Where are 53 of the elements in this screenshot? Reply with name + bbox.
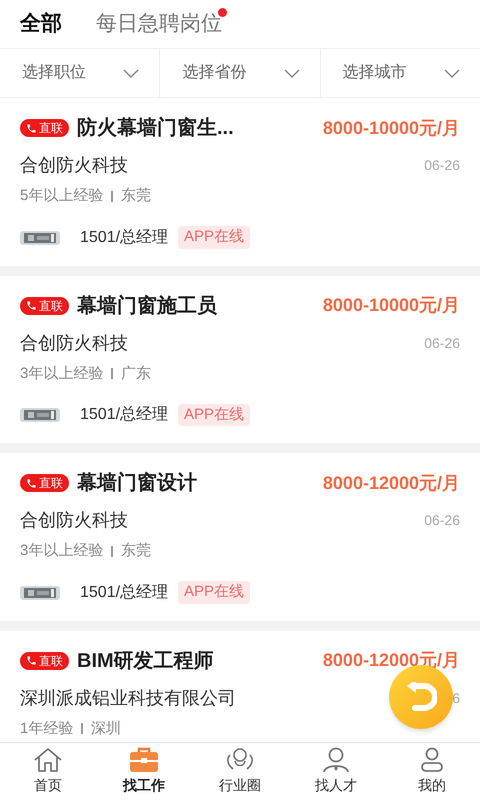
experience: 1年经验: [20, 718, 74, 738]
chevron-down-icon: [123, 68, 140, 78]
job-title: 幕墙门窗施工员: [77, 294, 217, 318]
company-name: 合创防火科技: [20, 154, 128, 177]
tab[interactable]: 全部: [20, 12, 62, 36]
salary: 8000-10000元/月: [322, 116, 460, 140]
contact-person: 1501/总经理: [80, 405, 168, 425]
nav-tab[interactable]: 我的: [384, 743, 480, 800]
direct-contact-badge: 直联: [20, 296, 69, 314]
job-title: BIM研发工程师: [77, 648, 214, 674]
nav-tab[interactable]: 找人才: [288, 743, 384, 800]
post-date: 06-26: [424, 511, 460, 530]
filter-dropdown[interactable]: 选择职位: [0, 49, 160, 97]
job-title: 幕墙门窗设计: [77, 470, 197, 496]
online-status: APP在线: [178, 404, 250, 426]
location: 深圳: [90, 718, 121, 738]
post-date: 06-26: [424, 334, 460, 352]
filter-dropdown[interactable]: 选择省份: [159, 49, 320, 97]
online-status: APP在线: [178, 581, 250, 604]
nav-tab[interactable]: 行业圈: [192, 743, 288, 800]
company-name: 深圳派成铝业科技有限公司: [20, 686, 236, 710]
salary: 8000-10000元/月: [322, 294, 460, 317]
person-icon: [320, 747, 352, 773]
direct-contact-badge: 直联: [20, 652, 69, 670]
chevron-down-icon: [284, 68, 300, 78]
experience: 3年以上经验: [20, 364, 104, 384]
location: 东莞: [120, 541, 151, 561]
company-name: 合创防火科技: [20, 332, 128, 354]
briefcase-icon: [128, 747, 160, 773]
online-status: APP在线: [178, 226, 250, 249]
contact-person: 1501/总经理: [80, 582, 168, 602]
contact-person: 1501/总经理: [80, 228, 168, 248]
home-icon: [32, 747, 64, 773]
salary: 8000-12000元/月: [322, 472, 460, 494]
post-date: 6: [452, 688, 460, 708]
direct-contact-badge: 直联: [20, 474, 69, 492]
refresh-icon: [405, 682, 437, 712]
job-title: 防火幕墙门窗生...: [77, 116, 234, 141]
location: 东莞: [120, 186, 151, 206]
direct-contact-badge: 直联: [20, 119, 69, 137]
job-card[interactable]: 直联 幕墙门窗设计 8000-12000元/月 合创防火科技 06-26 3年以上经验 东莞 1501/总经理 APP在线: [0, 453, 480, 620]
chevron-down-icon: [444, 68, 460, 78]
nav-tab[interactable]: 找工作: [96, 743, 192, 800]
filter-dropdown[interactable]: 选择城市: [320, 49, 480, 97]
company-name: 合创防火科技: [20, 509, 128, 532]
nav-tab[interactable]: 首页: [0, 743, 96, 800]
post-date: 06-26: [424, 156, 460, 175]
experience: 3年以上经验: [20, 541, 104, 561]
tab[interactable]: 每日急聘岗位: [96, 12, 222, 36]
job-card[interactable]: 直联 防火幕墙门窗生... 8000-10000元/月 合创防火科技 06-26 5年以上经验 东莞 1501/总经理 APP在线: [0, 98, 480, 266]
job-card[interactable]: 直联 幕墙门窗施工员 8000-10000元/月 合创防火科技 06-26 3年以上经验 广东 1501/总经理 APP在线: [0, 276, 480, 443]
location: 广东: [120, 364, 151, 384]
experience: 5年以上经验: [20, 186, 104, 206]
